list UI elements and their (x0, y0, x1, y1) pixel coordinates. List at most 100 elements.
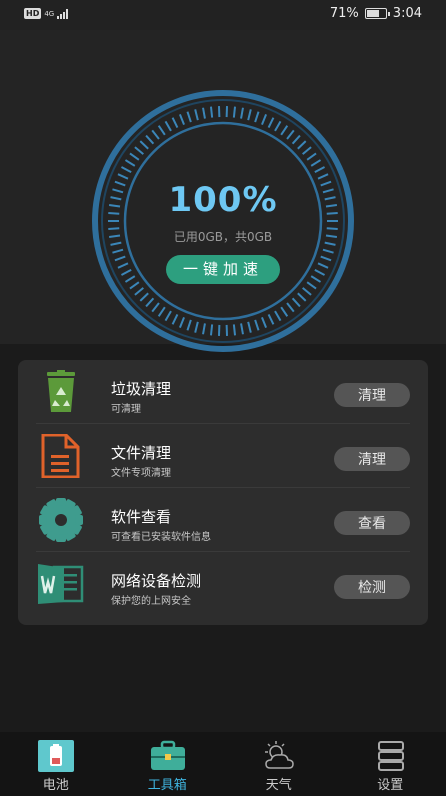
nav-label: 工具箱 (147, 778, 187, 793)
gauge-tick (209, 106, 214, 118)
memory-percent: 100% (168, 180, 278, 220)
gauge-tick (297, 140, 307, 150)
gauge-tick (254, 111, 260, 123)
gauge-tick (310, 275, 322, 283)
tool-desc: 文件专项清理 (111, 468, 171, 479)
memory-gauge (90, 88, 356, 354)
gauge-tick (280, 306, 289, 317)
gauge-tick (317, 262, 329, 269)
gauge-tick (186, 111, 192, 123)
gauge-tick (139, 292, 149, 302)
trash-recycle-icon (47, 370, 75, 412)
nav-label: 设置 (377, 778, 404, 793)
battery-status-icon (364, 8, 390, 19)
outer-thin-ring (101, 99, 345, 343)
gauge-tick (267, 314, 275, 325)
gauge-tick (209, 324, 214, 336)
inner-ring (123, 121, 323, 321)
gauge-tick (202, 323, 206, 335)
gauge-tick (247, 321, 252, 333)
nav-item-toolbox[interactable]: 工具箱 (112, 732, 224, 796)
outer-ring (92, 90, 354, 352)
gauge-tick (164, 120, 172, 132)
gauge-tick (314, 268, 326, 276)
one-key-boost-button[interactable]: 一键加速 (166, 255, 280, 284)
gauge-tick (164, 310, 172, 322)
status-left: HD 4G (24, 8, 69, 19)
gauge-tick (274, 310, 282, 322)
toolbox-icon (150, 740, 185, 770)
gauge-tick (261, 317, 268, 329)
gauge-tick (240, 107, 244, 119)
gauge-tick (134, 287, 144, 296)
battery-percent: 71% (329, 6, 359, 21)
gauge-tick (157, 306, 166, 317)
gauge-tick (240, 323, 244, 335)
gauge-tick (129, 281, 140, 290)
word-document-icon (38, 564, 84, 604)
gauge-tick (124, 275, 136, 283)
gauge-tick (232, 324, 237, 336)
network-check-button[interactable]: 检测 (334, 575, 410, 599)
tools-card: 垃圾清理 可清理 清理 文件清理 文件专项清理 清理 软件查看 可查看已安装软件… (18, 360, 428, 625)
gauge-tick (286, 129, 295, 140)
file-clean-button[interactable]: 清理 (334, 447, 410, 471)
tool-title: 软件查看 (111, 508, 172, 526)
gauge-tick (178, 317, 185, 329)
nav-item-weather[interactable]: 天气 (223, 732, 335, 796)
tool-desc: 可清理 (111, 404, 141, 415)
gauge-tick (171, 117, 179, 128)
gauge-tick (129, 152, 140, 161)
gauge-tick (202, 107, 206, 119)
gauge-tick (286, 302, 295, 313)
gauge-tick (322, 248, 334, 254)
signal-icon (57, 8, 69, 19)
gauge-rings (92, 90, 354, 352)
gauge-tick (317, 173, 329, 180)
memory-hero: 100% 已用0GB，共0GB 一键加速 (0, 30, 446, 352)
gauge-tick (120, 166, 132, 174)
tick-ring (108, 106, 338, 336)
gauge-tick (302, 287, 312, 296)
battery-fill (366, 10, 379, 17)
status-right: 71% 3:04 (330, 6, 422, 21)
tool-row-network-check[interactable]: 网络设备检测 保护您的上网安全 检测 (36, 552, 410, 616)
gauge-tick (186, 319, 192, 331)
nav-item-settings[interactable]: 设置 (335, 732, 446, 796)
tool-title: 垃圾清理 (111, 380, 172, 398)
gauge-tick (124, 159, 136, 167)
gauge-tick (320, 255, 332, 262)
gauge-tick (178, 113, 185, 125)
tool-row-software-view[interactable]: 软件查看 可查看已安装软件信息 查看 (36, 488, 410, 552)
gauge-tick (274, 120, 282, 132)
memory-usage: 已用0GB，共0GB (173, 230, 273, 244)
gauge-tick (117, 262, 129, 269)
gauge-tick (314, 166, 326, 174)
gauge-tick (134, 146, 144, 155)
gauge-tick (280, 125, 289, 136)
software-view-button[interactable]: 查看 (334, 511, 410, 535)
junk-clean-button[interactable]: 清理 (334, 383, 410, 407)
gauge-tick (194, 109, 199, 121)
gauge-tick (120, 268, 132, 276)
gauge-tick (297, 292, 307, 302)
gauge-tick (261, 113, 268, 125)
status-bar: HD 4G 71% 3:04 (0, 0, 446, 30)
gauge-tick (171, 314, 179, 325)
gauge-tick (306, 281, 317, 290)
gauge-tick (306, 152, 317, 161)
gauge-tick (194, 321, 199, 333)
gauge-tick (310, 159, 322, 167)
tool-row-file-clean[interactable]: 文件清理 文件专项清理 清理 (36, 424, 410, 488)
gauge-tick (302, 146, 312, 155)
gauge-tick (114, 255, 126, 262)
network-type: 4G (44, 9, 55, 18)
weather-icon (265, 741, 294, 769)
gauge-tick (151, 302, 160, 313)
tool-row-junk-clean[interactable]: 垃圾清理 可清理 清理 (36, 360, 410, 424)
gauge-tick (112, 248, 124, 254)
tool-desc: 可查看已安装软件信息 (111, 532, 211, 543)
gauge-tick (267, 117, 275, 128)
gauge-tick (254, 319, 260, 331)
nav-item-battery[interactable]: 电池 (0, 732, 112, 796)
